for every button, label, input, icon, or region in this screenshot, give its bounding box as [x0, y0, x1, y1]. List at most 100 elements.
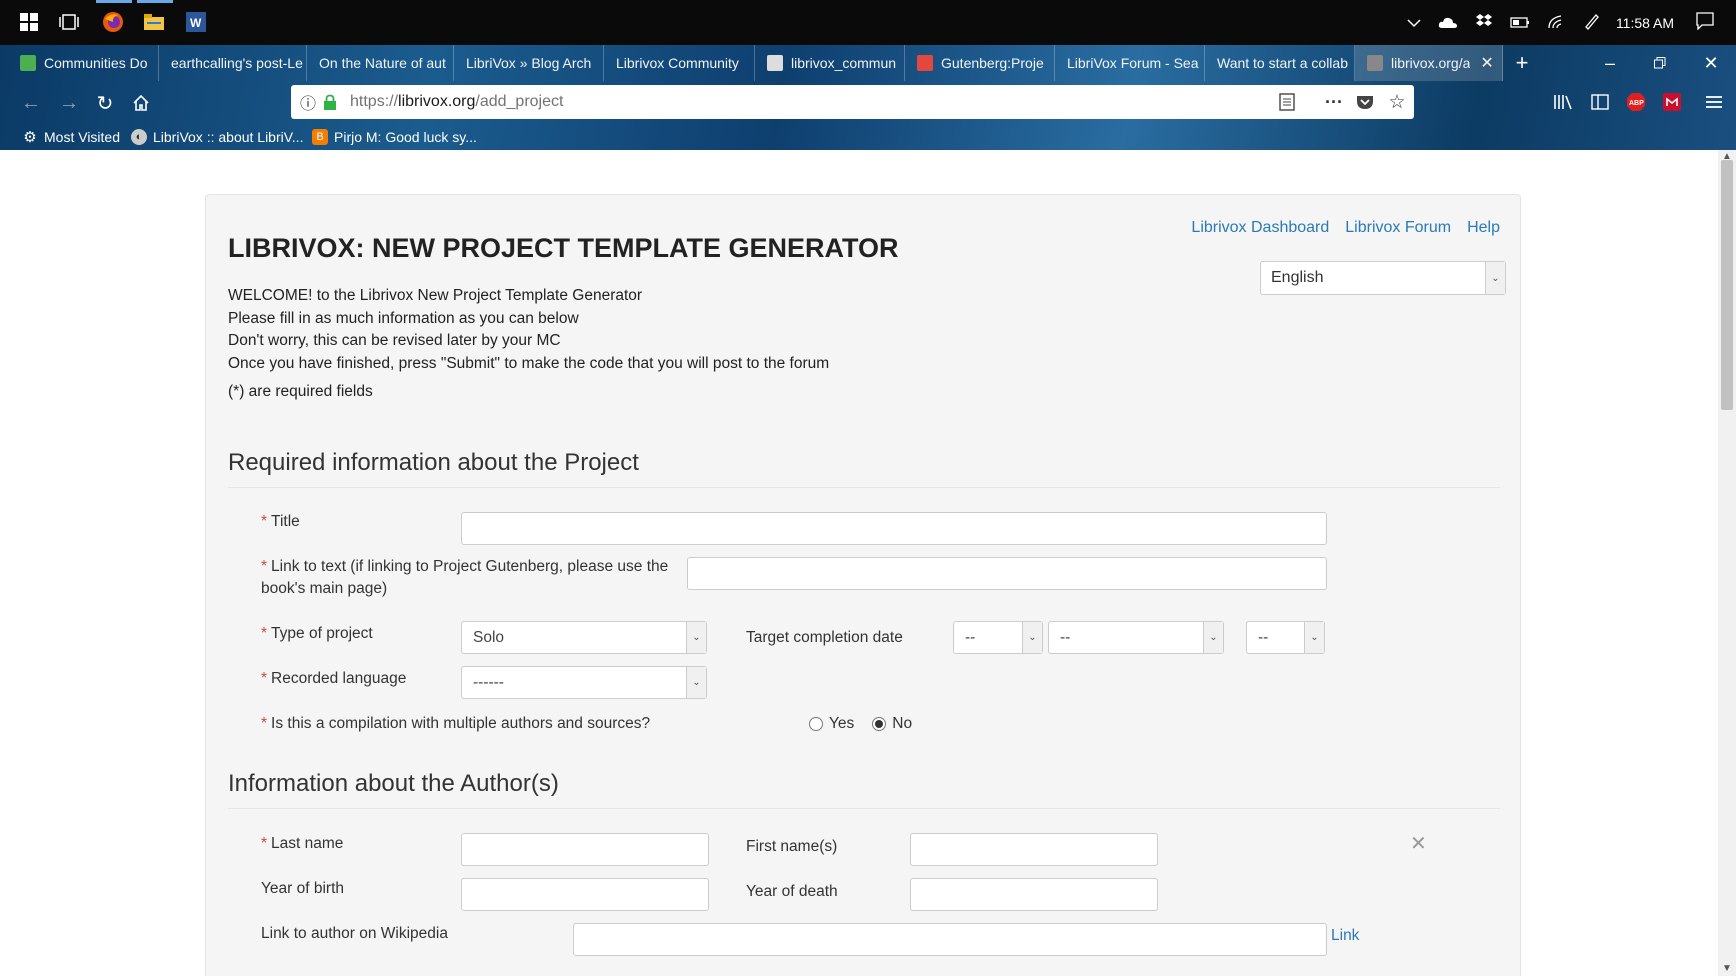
- pocket-icon[interactable]: [1354, 91, 1376, 113]
- page-scrollbar[interactable]: ▲ ▼: [1718, 150, 1736, 976]
- title-label: * Title: [261, 511, 300, 533]
- required-marker: *: [261, 835, 268, 852]
- required-marker: *: [261, 513, 268, 530]
- author-section-heading: Information about the Author(s): [228, 770, 559, 797]
- year-of-birth-input[interactable]: [461, 878, 709, 911]
- word-icon[interactable]: W: [183, 9, 209, 35]
- pen-icon[interactable]: [1574, 12, 1610, 33]
- link-label-line1: Link to text (if linking to Project Gute…: [271, 558, 669, 575]
- globe-icon: ◐: [131, 129, 147, 145]
- browser-tab[interactable]: Want to start a collab: [1205, 45, 1355, 81]
- close-tab-icon[interactable]: ✕: [1480, 53, 1493, 73]
- new-tab-icon[interactable]: +: [1497, 45, 1547, 81]
- reload-icon[interactable]: ↻: [90, 88, 120, 118]
- reader-view-icon[interactable]: [1276, 91, 1298, 113]
- scrollbar-thumb[interactable]: [1721, 160, 1733, 410]
- title-label-text: Title: [271, 513, 300, 530]
- home-icon[interactable]: [126, 88, 156, 118]
- language-label-text: Recorded language: [271, 670, 407, 687]
- browser-tab-active[interactable]: librivox.org/a ✕: [1355, 45, 1503, 81]
- bookmark-star-icon[interactable]: ☆: [1386, 91, 1408, 113]
- chevron-down-icon: ⌄: [1022, 622, 1042, 653]
- recorded-language-label: * Recorded language: [261, 668, 406, 690]
- chevron-down-icon: ⌄: [1485, 262, 1505, 294]
- language-select[interactable]: English ⌄: [1260, 261, 1506, 295]
- bookmark-librivox-about[interactable]: ◐ LibriVox :: about LibriV...: [131, 125, 303, 149]
- dropbox-icon[interactable]: [1466, 14, 1502, 31]
- required-marker: *: [261, 558, 268, 575]
- forward-icon[interactable]: →: [54, 88, 84, 118]
- battery-icon[interactable]: [1502, 15, 1538, 31]
- wikipedia-link-button[interactable]: Link: [1331, 927, 1359, 945]
- bookmark-most-visited[interactable]: ⚙ Most Visited: [22, 125, 120, 149]
- browser-tab[interactable]: On the Nature of aut: [307, 45, 454, 81]
- browser-tab[interactable]: LibriVox » Blog Arch: [454, 45, 604, 81]
- compilation-label: * Is this a compilation with multiple aut…: [261, 713, 650, 735]
- clock-time[interactable]: 11:58 AM: [1610, 15, 1680, 31]
- wikipedia-link-input[interactable]: [573, 923, 1327, 956]
- adblock-icon[interactable]: ABP: [1622, 88, 1650, 116]
- date-day-select[interactable]: -- ⌄: [953, 621, 1043, 654]
- url-path: /add_project: [475, 93, 564, 110]
- page-actions-icon[interactable]: ···: [1323, 91, 1345, 113]
- year-of-death-input[interactable]: [910, 878, 1158, 911]
- sidebar-icon[interactable]: [1586, 88, 1614, 116]
- minimize-icon[interactable]: –: [1585, 45, 1635, 81]
- task-view-icon[interactable]: [56, 9, 82, 35]
- url-text[interactable]: https://librivox.org/add_project: [350, 93, 563, 111]
- info-icon[interactable]: ⓘ: [297, 91, 319, 113]
- svg-text:W: W: [190, 16, 202, 30]
- link-to-text-input[interactable]: [687, 557, 1327, 590]
- onedrive-icon[interactable]: [1430, 15, 1466, 31]
- browser-tab[interactable]: Gutenberg:Proje: [905, 45, 1055, 81]
- browser-chrome: Communities Do earthcalling's post-Le On…: [0, 45, 1736, 150]
- type-of-project-select[interactable]: Solo ⌄: [461, 621, 707, 654]
- chevron-down-icon: ⌄: [1203, 622, 1223, 653]
- help-link[interactable]: Help: [1467, 219, 1500, 237]
- librivox-favicon-icon: [1367, 55, 1383, 71]
- wifi-icon[interactable]: [1538, 13, 1574, 32]
- action-center-icon[interactable]: [1680, 12, 1730, 33]
- browser-tab[interactable]: librivox_commun: [755, 45, 905, 81]
- last-name-label-text: Last name: [271, 835, 344, 852]
- chevron-down-icon: ⌄: [686, 622, 706, 653]
- compilation-no-radio[interactable]: [872, 717, 887, 731]
- gutenberg-favicon-icon: [917, 55, 933, 71]
- browser-tab[interactable]: Communities Do: [8, 45, 159, 81]
- type-select-value: Solo: [473, 628, 505, 646]
- forum-link[interactable]: Librivox Forum: [1345, 219, 1451, 237]
- last-name-input[interactable]: [461, 833, 709, 866]
- file-explorer-icon[interactable]: [141, 9, 167, 35]
- recorded-language-select[interactable]: ------ ⌄: [461, 666, 707, 699]
- firefox-icon[interactable]: [100, 9, 126, 35]
- chevron-up-icon[interactable]: [1398, 15, 1430, 31]
- language-select-value: English: [1271, 269, 1324, 286]
- required-marker: *: [261, 670, 268, 687]
- browser-tab[interactable]: earthcalling's post-Le: [159, 45, 307, 81]
- link-label-line2: book's main page): [261, 580, 388, 597]
- required-note: (*) are required fields: [228, 383, 373, 400]
- url-bar[interactable]: ⓘ https://librivox.org/add_project ··· ☆: [291, 85, 1414, 119]
- day-select-value: --: [965, 628, 976, 646]
- extension-icon[interactable]: [1658, 88, 1686, 116]
- library-icon[interactable]: [1549, 88, 1577, 116]
- remove-author-icon[interactable]: ✕: [1410, 831, 1427, 856]
- windows-start-icon[interactable]: [16, 9, 42, 35]
- scroll-down-icon[interactable]: ▼: [1718, 962, 1736, 976]
- bookmark-pirjo[interactable]: B Pirjo M: Good luck sy...: [312, 125, 477, 149]
- required-section-heading: Required information about the Project: [228, 449, 639, 476]
- browser-tab[interactable]: Librivox Community: [604, 45, 755, 81]
- browser-tab[interactable]: LibriVox Forum - Sea: [1055, 45, 1205, 81]
- first-name-label: First name(s): [746, 838, 838, 855]
- menu-hamburger-icon[interactable]: [1700, 88, 1728, 116]
- title-input[interactable]: [461, 512, 1327, 545]
- year-of-birth-label: Year of birth: [261, 880, 345, 897]
- close-window-icon[interactable]: ✕: [1686, 45, 1736, 81]
- restore-icon[interactable]: [1635, 45, 1685, 81]
- date-year-select[interactable]: -- ⌄: [1246, 621, 1325, 654]
- back-icon[interactable]: ←: [16, 88, 46, 118]
- compilation-yes-radio[interactable]: [809, 717, 823, 731]
- first-name-input[interactable]: [910, 833, 1158, 866]
- dashboard-link[interactable]: Librivox Dashboard: [1191, 219, 1329, 237]
- date-month-select[interactable]: -- ⌄: [1048, 621, 1224, 654]
